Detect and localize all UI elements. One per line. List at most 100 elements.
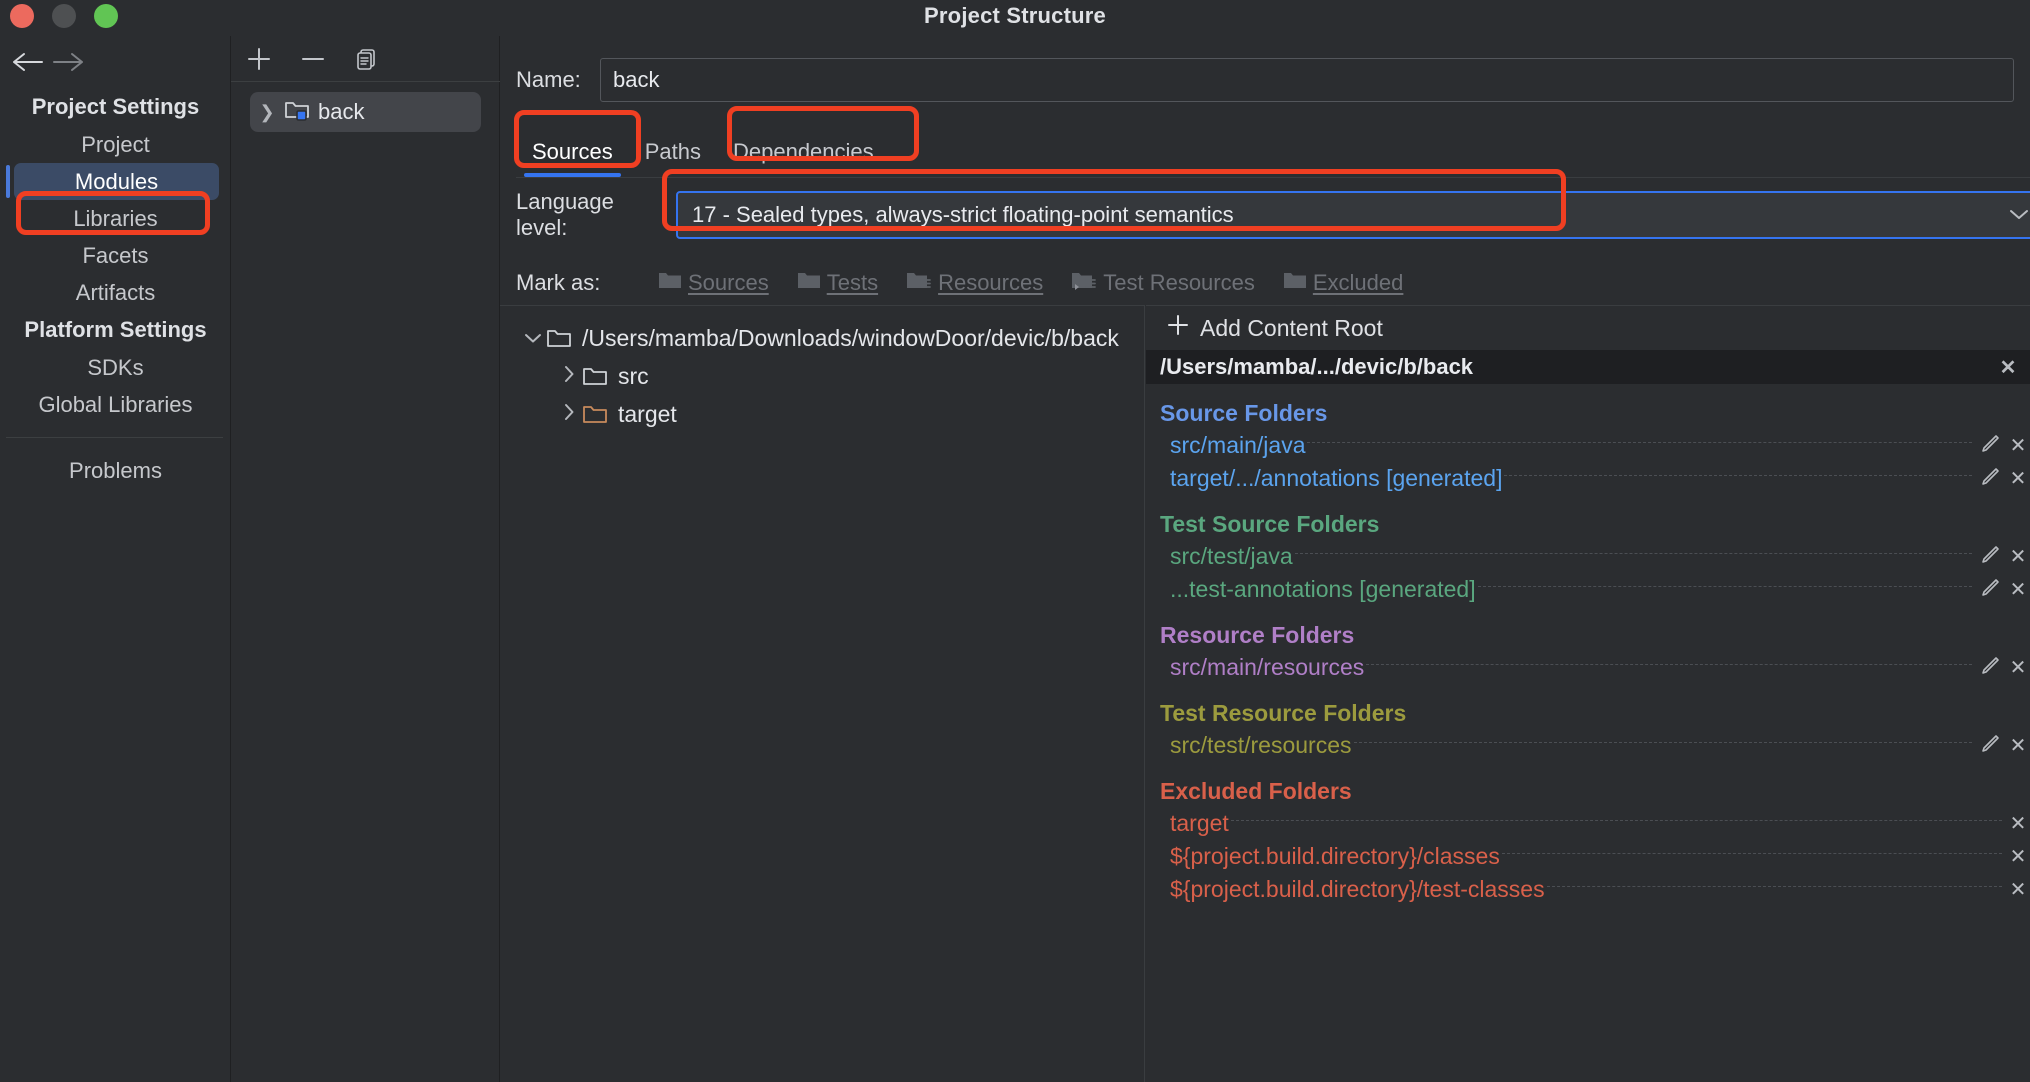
forward-arrow-icon[interactable] — [48, 42, 88, 82]
group-resource-folders-title: Resource Folders — [1146, 618, 2030, 651]
sidebar-item-facets[interactable]: Facets — [0, 237, 231, 274]
dotted-filler — [1295, 553, 1972, 554]
edit-icon[interactable] — [1976, 543, 2006, 571]
group-source-folders-title: Source Folders — [1146, 396, 2030, 429]
mark-as-sources-button[interactable]: Sources — [644, 270, 783, 296]
content-root-path: /Users/mamba/.../devic/b/back — [1160, 354, 1996, 380]
modules-list: ❯ back — [231, 82, 500, 132]
selection-indicator — [6, 165, 10, 198]
folder-excluded-icon — [582, 403, 608, 425]
group-resource-folders: Resource Folders src/main/resources ✕ — [1146, 618, 2030, 684]
remove-content-root-icon[interactable]: ✕ — [1996, 355, 2020, 380]
plus-icon — [1166, 313, 1190, 343]
sidebar-group-platform-settings: Platform Settings — [0, 311, 231, 349]
mark-as-excluded-label: Excluded — [1313, 270, 1404, 296]
remove-icon[interactable]: ✕ — [2006, 544, 2030, 569]
tree-row-content-root[interactable]: /Users/mamba/Downloads/windowDoor/devic/… — [500, 319, 1144, 357]
remove-icon[interactable]: ✕ — [2006, 811, 2030, 836]
title-bar: Project Structure — [0, 0, 2030, 36]
back-arrow-icon[interactable] — [8, 42, 48, 82]
settings-nav-list: Project Settings Project Modules Librari… — [0, 88, 231, 489]
module-item-back[interactable]: ❯ back — [250, 92, 481, 132]
tree-row-target[interactable]: target — [500, 395, 1144, 433]
folder-row[interactable]: ${project.build.directory}/classes ✕ — [1146, 840, 2030, 873]
folder-path: target/.../annotations [generated] — [1170, 465, 1502, 492]
folder-path: ${project.build.directory}/classes — [1170, 843, 1500, 870]
sidebar-item-sdks[interactable]: SDKs — [0, 349, 231, 386]
dotted-filler — [1354, 742, 1973, 743]
chevron-down-icon[interactable] — [520, 328, 546, 349]
tab-paths[interactable]: Paths — [629, 133, 717, 177]
edit-icon[interactable] — [1976, 432, 2006, 460]
dotted-filler — [1504, 475, 1972, 476]
content-root-header: /Users/mamba/.../devic/b/back ✕ — [1146, 350, 2030, 384]
folder-path: src/test/java — [1170, 543, 1293, 570]
edit-icon[interactable] — [1976, 576, 2006, 604]
add-content-root-button[interactable]: Add Content Root — [1146, 306, 2030, 350]
edit-icon[interactable] — [1976, 654, 2006, 682]
remove-icon[interactable]: ✕ — [2006, 655, 2030, 680]
copy-module-icon[interactable] — [349, 41, 385, 77]
sidebar-item-project[interactable]: Project — [0, 126, 231, 163]
folder-row[interactable]: src/test/java ✕ — [1146, 540, 2030, 573]
sidebar-item-global-libraries[interactable]: Global Libraries — [0, 386, 231, 423]
add-module-icon[interactable] — [241, 41, 277, 77]
chevron-right-icon[interactable] — [556, 403, 582, 426]
folder-row[interactable]: src/main/java ✕ — [1146, 429, 2030, 462]
folder-path: ...test-annotations [generated] — [1170, 576, 1476, 603]
group-test-resource-folders-title: Test Resource Folders — [1146, 696, 2030, 729]
sidebar-item-modules[interactable]: Modules — [14, 163, 219, 200]
mark-as-label: Mark as: — [516, 270, 644, 296]
content-roots-panel: Add Content Root /Users/mamba/.../devic/… — [1146, 305, 2030, 1082]
mark-as-resources-button[interactable]: Resources — [892, 270, 1057, 296]
group-test-source-folders-title: Test Source Folders — [1146, 507, 2030, 540]
remove-icon[interactable]: ✕ — [2006, 433, 2030, 458]
mark-as-tests-button[interactable]: Tests — [783, 270, 892, 296]
edit-icon[interactable] — [1976, 465, 2006, 493]
settings-sidebar: Project Settings Project Modules Librari… — [0, 36, 231, 1082]
chevron-down-icon[interactable] — [2008, 205, 2030, 226]
remove-icon[interactable]: ✕ — [2006, 844, 2030, 869]
group-test-resource-folders: Test Resource Folders src/test/resources… — [1146, 696, 2030, 762]
dotted-filler — [1547, 886, 2002, 887]
modules-toolbar — [231, 36, 500, 82]
tree-row-content-root-label: /Users/mamba/Downloads/windowDoor/devic/… — [582, 325, 1119, 352]
chevron-right-icon[interactable]: ❯ — [258, 102, 276, 123]
chevron-right-icon[interactable] — [556, 365, 582, 388]
group-excluded-folders-title: Excluded Folders — [1146, 774, 2030, 807]
tab-dependencies[interactable]: Dependencies — [717, 133, 890, 177]
folder-test-resources-icon — [1071, 270, 1097, 296]
folder-row[interactable]: src/main/resources ✕ — [1146, 651, 2030, 684]
remove-icon[interactable]: ✕ — [2006, 466, 2030, 491]
module-tabs: Sources Paths Dependencies — [516, 126, 2030, 178]
folder-icon — [546, 327, 572, 349]
add-content-root-label: Add Content Root — [1200, 315, 1383, 342]
mark-as-excluded-button[interactable]: Excluded — [1269, 270, 1418, 296]
edit-icon[interactable] — [1976, 732, 2006, 760]
tree-row-target-label: target — [618, 401, 677, 428]
folder-icon — [582, 365, 608, 387]
remove-module-icon[interactable] — [295, 41, 331, 77]
folder-row[interactable]: src/test/resources ✕ — [1146, 729, 2030, 762]
dotted-filler — [1307, 442, 1972, 443]
group-test-source-folders: Test Source Folders src/test/java ✕ ...t… — [1146, 507, 2030, 606]
language-level-combobox[interactable]: 17 - Sealed types, always-strict floatin… — [676, 191, 2030, 239]
remove-icon[interactable]: ✕ — [2006, 733, 2030, 758]
sidebar-divider — [6, 437, 223, 438]
sidebar-item-libraries[interactable]: Libraries — [0, 200, 231, 237]
mark-as-sources-label: Sources — [688, 270, 769, 296]
folder-row[interactable]: ${project.build.directory}/test-classes … — [1146, 873, 2030, 906]
folder-row[interactable]: ...test-annotations [generated] ✕ — [1146, 573, 2030, 606]
tab-sources[interactable]: Sources — [516, 133, 629, 177]
sidebar-item-artifacts[interactable]: Artifacts — [0, 274, 231, 311]
folder-row[interactable]: target/.../annotations [generated] ✕ — [1146, 462, 2030, 495]
module-name-input[interactable] — [600, 58, 2014, 102]
mark-as-test-resources-button[interactable]: Test Resources — [1057, 270, 1269, 296]
folder-row[interactable]: target ✕ — [1146, 807, 2030, 840]
remove-icon[interactable]: ✕ — [2006, 877, 2030, 902]
sidebar-item-problems[interactable]: Problems — [0, 452, 231, 489]
tree-row-src[interactable]: src — [500, 357, 1144, 395]
sidebar-item-modules-label: Modules — [75, 169, 158, 194]
navigation-row — [0, 36, 231, 88]
remove-icon[interactable]: ✕ — [2006, 577, 2030, 602]
